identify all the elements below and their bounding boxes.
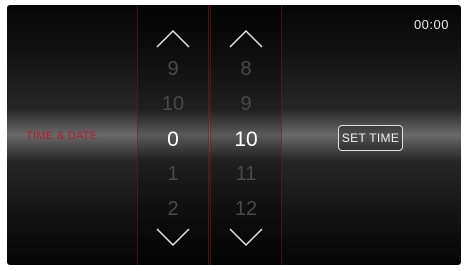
hour-option[interactable]: 2	[138, 198, 208, 221]
minute-option[interactable]: 8	[211, 58, 281, 81]
status-clock: 00:00	[413, 17, 449, 32]
hour-down-button[interactable]	[138, 223, 208, 251]
minute-up-button[interactable]	[211, 25, 281, 53]
chevron-down-icon	[229, 228, 263, 247]
minute-option[interactable]: 12	[211, 198, 281, 221]
hour-up-button[interactable]	[138, 25, 208, 53]
hour-picker[interactable]: 9 10 0 1 2	[137, 5, 209, 265]
minute-option[interactable]: 9	[211, 93, 281, 116]
chevron-up-icon	[229, 29, 263, 48]
hour-option[interactable]: 9	[138, 58, 208, 81]
chevron-up-icon	[156, 29, 190, 48]
set-time-button[interactable]: SET TIME	[338, 125, 403, 151]
time-date-screen: 00:00 TIME & DATE 9 10 0 1 2 8 9 10 11 1…	[7, 5, 461, 265]
minute-picker[interactable]: 8 9 10 11 12	[210, 5, 282, 265]
minute-down-button[interactable]	[211, 223, 281, 251]
hour-option[interactable]: 10	[138, 93, 208, 116]
hour-option[interactable]: 1	[138, 163, 208, 186]
chevron-down-icon	[156, 228, 190, 247]
hour-selected-value[interactable]: 0	[138, 128, 208, 152]
page-title: TIME & DATE	[26, 130, 98, 142]
minute-option[interactable]: 11	[211, 163, 281, 186]
minute-selected-value[interactable]: 10	[211, 128, 281, 152]
